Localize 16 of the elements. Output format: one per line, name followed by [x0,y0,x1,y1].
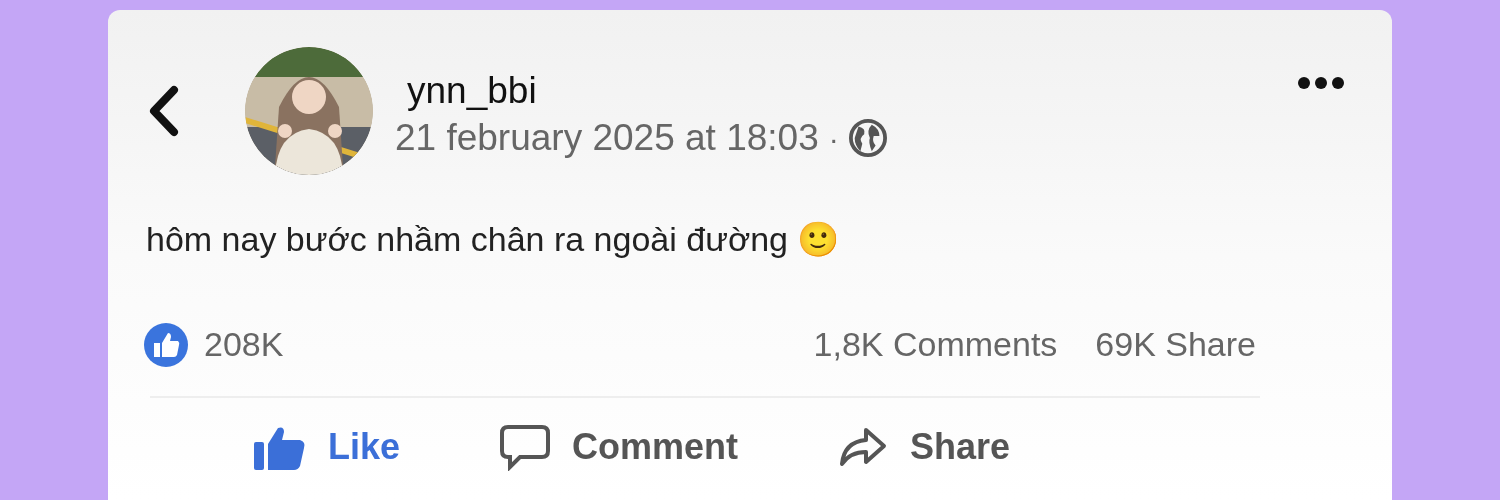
share-count[interactable]: 69K Share [1095,319,1256,370]
like-button[interactable]: Like [254,420,401,474]
share-arrow-icon [838,426,889,468]
comment-button[interactable]: Comment [500,420,739,474]
reaction-count[interactable]: 208K [204,319,284,370]
globe-icon [848,119,887,157]
comment-count[interactable]: 1,8K Comments [813,319,1058,370]
post-text: hôm nay bước nhầm chân ra ngoài đường 🙂 [146,219,841,260]
more-options-button[interactable] [1296,75,1346,91]
speech-bubble-icon [500,423,551,471]
share-button[interactable]: Share [838,420,1011,474]
separator-dot: · [828,120,839,157]
author-name[interactable]: ynn_bbi [407,69,887,113]
post-timestamp: 21 february 2025 at 18:03 [395,116,819,160]
back-chevron-icon [148,84,180,138]
like-reaction-icon [144,322,188,367]
